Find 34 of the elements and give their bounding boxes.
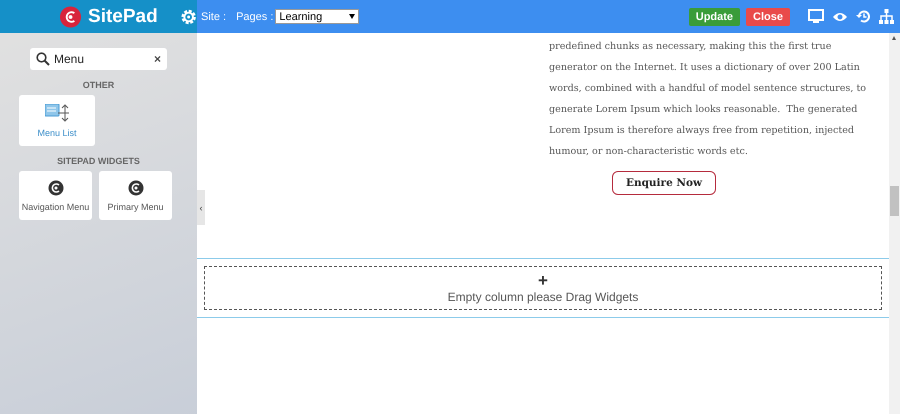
close-button[interactable]: Close — [746, 8, 790, 26]
sitemap-icon[interactable] — [879, 9, 894, 24]
widget-label: Menu List — [37, 128, 77, 138]
widget-label: Navigation Menu — [22, 202, 90, 212]
list-move-icon — [45, 104, 69, 122]
search-icon — [36, 52, 50, 66]
section-title: OTHER — [82, 80, 114, 90]
update-button[interactable]: Update — [688, 8, 740, 26]
plus-icon[interactable]: + — [538, 272, 548, 288]
widget-card[interactable]: Navigation Menu — [19, 171, 92, 220]
collapse-handle[interactable]: ‹ — [197, 190, 205, 225]
widget-label: Primary Menu — [107, 202, 164, 212]
page-select[interactable]: Learning — [275, 9, 360, 24]
section-title: SITEPAD WIDGETS — [57, 156, 140, 166]
site-label: Site : — [201, 10, 226, 22]
widget-card[interactable]: Primary Menu — [99, 171, 172, 220]
empty-column-text: Empty column please Drag Widgets — [448, 290, 638, 304]
caret-icon — [349, 14, 356, 19]
settings-icon[interactable] — [180, 8, 197, 26]
search-field[interactable]: Menu × — [30, 48, 167, 70]
monitor-icon[interactable] — [808, 9, 824, 24]
scroll-up-icon[interactable] — [892, 36, 896, 40]
empty-column[interactable]: + Empty column please Drag Widgets — [204, 266, 882, 310]
pages-label: Pages : — [236, 10, 274, 22]
widget-card[interactable]: Menu List — [19, 95, 95, 146]
logo-icon — [59, 4, 82, 28]
eye-icon[interactable] — [832, 10, 848, 22]
scrollbar[interactable] — [889, 33, 900, 414]
history-icon[interactable] — [856, 9, 871, 24]
brand-name: SitePad — [88, 6, 158, 28]
clear-button[interactable]: × — [154, 52, 161, 66]
paragraph: predefined chunks as necessary, making this the first true generator on the Internet. It uses a dictionary of over 200 Latin words, combined with a handful of model sentence structures, to generate Lorem Ipsum which looks reasonable. The generated Lorem Ipsum is therefore always free from repetition, injected humour, or non-characteristic words etc. — [549, 40, 868, 159]
scrollbar-thumb[interactable] — [890, 186, 899, 216]
enquire-button[interactable]: Enquire Now — [612, 171, 716, 195]
